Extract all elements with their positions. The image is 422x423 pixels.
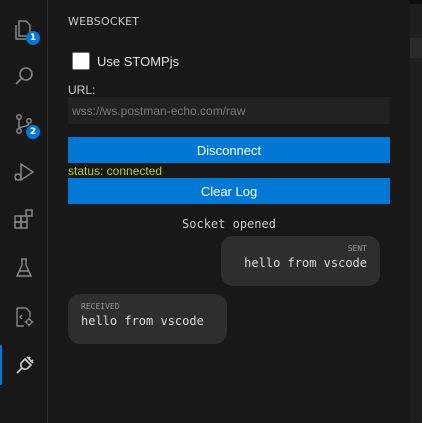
source-control-badge: 2 [26, 125, 40, 139]
url-input[interactable] [68, 97, 390, 124]
sent-message-bubble: SENT hello from vscode [221, 236, 380, 286]
activity-run-debug[interactable] [0, 152, 47, 192]
log-event: Socket opened [182, 217, 276, 231]
activity-source-control[interactable]: 2 [0, 104, 47, 144]
use-stomp-label[interactable]: Use STOMPjs [97, 54, 179, 69]
message-text: hello from vscode [244, 256, 367, 270]
activity-testing[interactable] [0, 248, 47, 288]
websocket-panel: WEBSOCKET Use STOMPjs URL: Disconnect st… [48, 0, 410, 423]
testing-flask-icon [15, 258, 32, 277]
activity-bar: 1 2 [0, 0, 48, 423]
connection-status: status: connected [68, 164, 163, 178]
activity-extensions[interactable] [0, 199, 47, 239]
editor-edge [410, 0, 422, 423]
use-stomp-checkbox[interactable] [72, 52, 90, 70]
received-message-bubble: RECEIVED hello from vscode [68, 294, 227, 344]
explorer-badge: 1 [26, 31, 40, 45]
message-direction: RECEIVED [81, 302, 120, 311]
code-settings-icon [15, 307, 33, 327]
clear-log-button[interactable]: Clear Log [68, 178, 390, 204]
editor-edge-top [410, 0, 422, 4]
activity-code-settings[interactable] [0, 297, 47, 337]
run-debug-icon [13, 162, 34, 182]
use-stomp-row: Use STOMPjs [72, 52, 179, 70]
message-text: hello from vscode [81, 314, 204, 328]
message-direction: SENT [347, 244, 367, 253]
extensions-icon [13, 209, 33, 229]
panel-title: WEBSOCKET [68, 15, 140, 28]
search-icon [14, 67, 33, 85]
editor-edge-tab [410, 38, 422, 58]
activity-search[interactable] [0, 56, 47, 96]
websocket-plug-icon [15, 356, 34, 374]
activity-explorer[interactable]: 1 [0, 10, 47, 50]
url-label: URL: [68, 83, 96, 97]
activity-websocket[interactable] [0, 345, 47, 385]
disconnect-button[interactable]: Disconnect [68, 137, 390, 163]
